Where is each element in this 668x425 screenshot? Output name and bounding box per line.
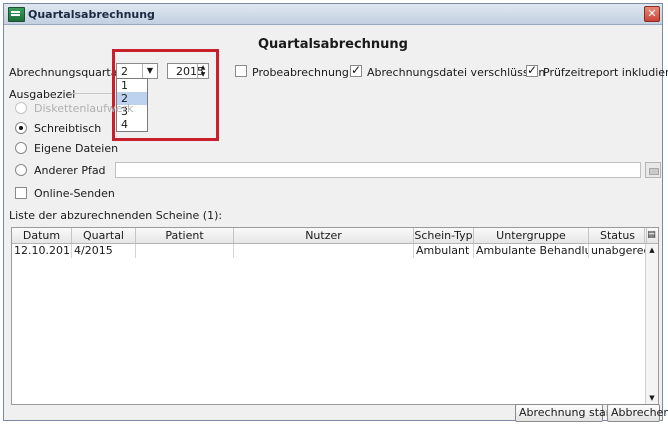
table-scrollbar[interactable]: ▲ ▼ xyxy=(645,244,658,404)
highlight-frame xyxy=(112,49,219,141)
cell-quartal: 4/2015 xyxy=(72,244,136,258)
col-quartal[interactable]: Quartal xyxy=(72,228,136,243)
other-path-radio[interactable] xyxy=(15,164,27,176)
col-patient[interactable]: Patient xyxy=(136,228,234,243)
target-legend: Ausgabeziel xyxy=(9,88,76,101)
cancel-button[interactable]: Abbrechen xyxy=(607,404,668,422)
cell-datum: 12.10.2015 xyxy=(14,244,72,258)
app-icon xyxy=(8,7,25,22)
scroll-up-icon[interactable]: ▲ xyxy=(646,244,658,256)
col-untergruppe[interactable]: Untergruppe xyxy=(474,228,589,243)
cell-schein-typ: Ambulant xyxy=(414,244,474,258)
window-title: Quartalsabrechnung xyxy=(28,8,155,21)
col-schein-typ[interactable]: Schein-Typ xyxy=(414,228,474,243)
col-nutzer[interactable]: Nutzer xyxy=(234,228,414,243)
floppy-radio[interactable] xyxy=(15,102,27,114)
probe-checkbox[interactable] xyxy=(235,65,247,77)
online-label: Online-Senden xyxy=(34,187,115,200)
own-files-label: Eigene Dateien xyxy=(34,142,119,155)
folder-icon[interactable] xyxy=(645,162,661,178)
title-bar: Quartalsabrechnung ✕ xyxy=(4,4,662,25)
floppy-label: Diskettenlaufwerk xyxy=(34,102,134,115)
column-settings-icon[interactable]: ▤ xyxy=(644,228,658,243)
scheine-table: Datum Quartal Patient Nutzer Schein-Typ … xyxy=(11,227,659,405)
group-divider xyxy=(68,93,112,94)
other-path-input[interactable] xyxy=(115,162,641,178)
col-status[interactable]: Status xyxy=(589,228,647,243)
report-checkbox[interactable] xyxy=(526,63,538,77)
list-label: Liste der abzurechnenden Scheine (1): xyxy=(9,209,223,222)
scroll-down-icon[interactable]: ▼ xyxy=(646,392,658,404)
desktop-label: Schreibtisch xyxy=(34,122,102,135)
quartalsabrechnung-dialog: Quartalsabrechnung ✕ Quartalsabrechnung … xyxy=(3,3,668,422)
quarter-label: Abrechnungsquartal xyxy=(9,66,121,79)
cell-patient xyxy=(136,244,234,258)
online-checkbox[interactable] xyxy=(15,187,27,199)
table-row[interactable]: 12.10.2015 4/2015 Ambulant Ambulante Beh… xyxy=(12,244,647,258)
own-files-radio[interactable] xyxy=(15,142,27,154)
table-header: Datum Quartal Patient Nutzer Schein-Typ … xyxy=(12,228,658,244)
close-icon[interactable]: ✕ xyxy=(644,6,660,22)
cell-status: unabgerech... xyxy=(591,244,647,257)
col-datum[interactable]: Datum xyxy=(12,228,72,243)
cell-untergruppe: Ambulante Behandlung xyxy=(474,244,589,258)
page-title: Quartalsabrechnung xyxy=(257,37,408,52)
desktop-radio[interactable] xyxy=(15,122,27,134)
encrypt-checkbox[interactable] xyxy=(350,63,362,77)
start-button[interactable]: Abrechnung starten xyxy=(515,404,628,422)
other-path-label: Anderer Pfad xyxy=(34,164,106,177)
encrypt-label: Abrechnungsdatei verschlüsseln xyxy=(367,66,546,79)
probe-label: Probeabrechnung xyxy=(252,66,349,79)
report-label: Prüfzeitreport inkludieren xyxy=(543,66,668,79)
cell-nutzer xyxy=(234,244,414,258)
